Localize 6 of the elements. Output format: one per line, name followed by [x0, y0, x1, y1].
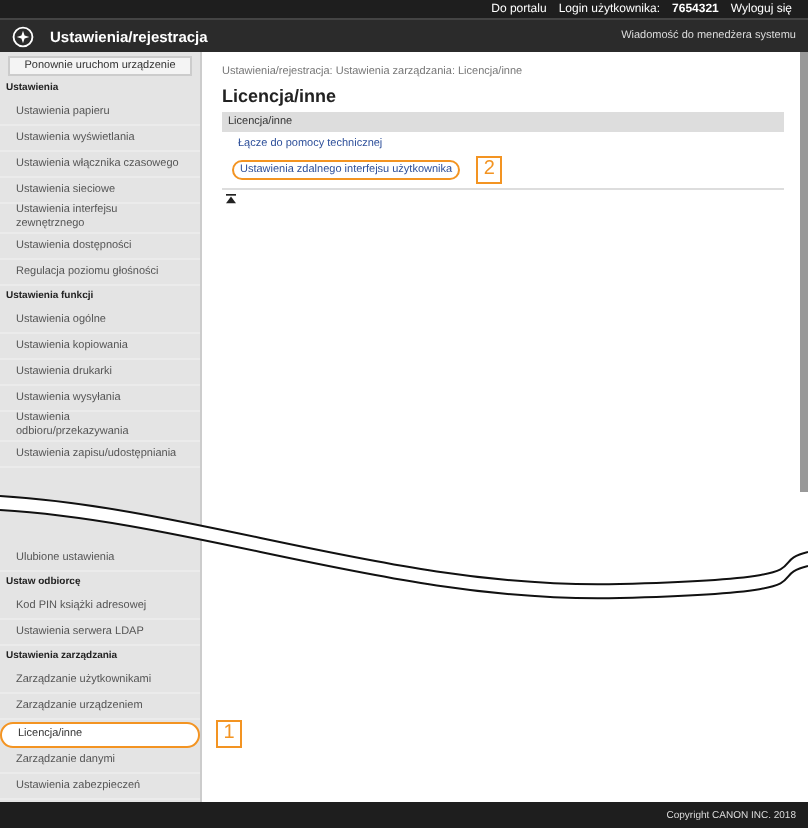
- page-title: Licencja/inne: [222, 86, 339, 106]
- scrollbar[interactable]: [800, 52, 808, 492]
- page-top-icon[interactable]: [226, 194, 236, 204]
- callout-number: 2: [476, 156, 503, 184]
- gear-icon: [12, 25, 34, 47]
- callout-number: 1: [216, 720, 242, 748]
